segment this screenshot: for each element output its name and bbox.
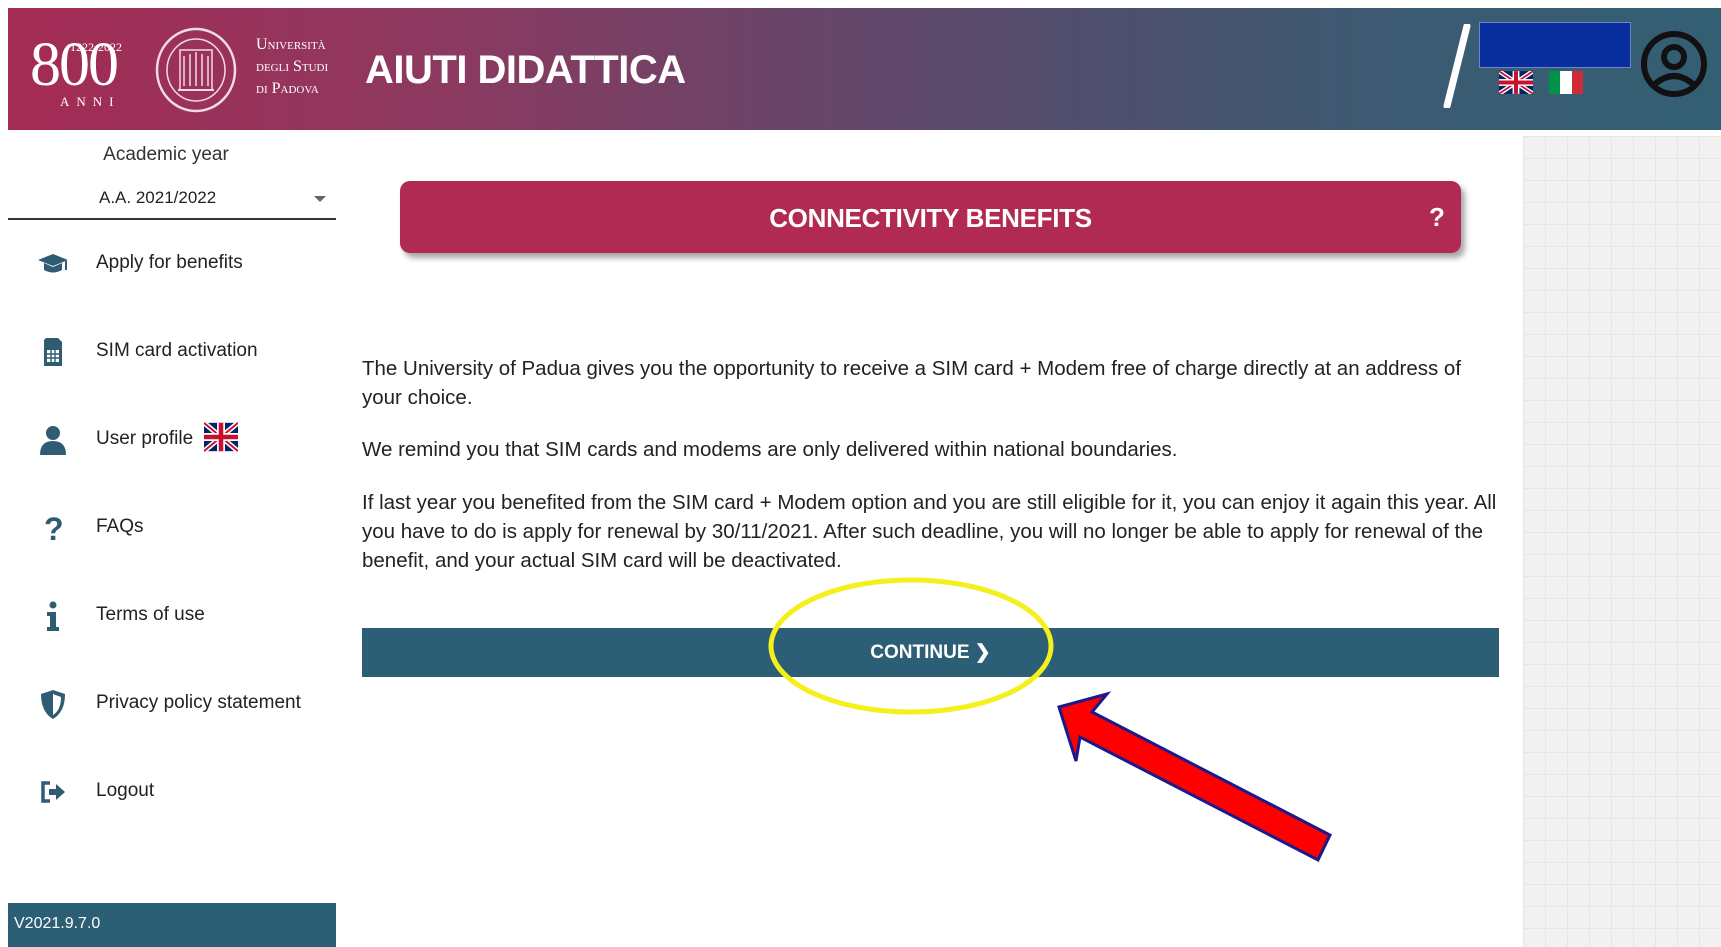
logo-years: 1222·2022: [70, 40, 122, 54]
continue-button[interactable]: CONTINUE ❯: [362, 628, 1499, 677]
question-icon: ?: [44, 512, 64, 544]
academic-year-select[interactable]: A.A. 2021/2022: [8, 178, 336, 220]
sidebar-item-logout[interactable]: Logout: [8, 762, 336, 822]
sidebar-item-faqs[interactable]: ? FAQs: [8, 498, 336, 558]
help-button[interactable]: ?: [1424, 202, 1450, 234]
university-seal-icon: [155, 27, 237, 113]
sidebar-item-user-profile[interactable]: User profile: [8, 410, 336, 470]
sidebar-item-label: Privacy policy statement: [96, 692, 301, 713]
logo-anni: ANNI: [60, 94, 121, 109]
delivery-paragraph: We remind you that SIM cards and modems …: [362, 438, 1178, 461]
continue-label: CONTINUE ❯: [870, 642, 991, 663]
right-panel-background: [1523, 136, 1721, 947]
sidebar-item-label: FAQs: [96, 516, 144, 537]
university-name-line1: Università: [256, 36, 326, 53]
sidebar-item-label: User profile: [96, 428, 194, 449]
section-title: CONNECTIVITY BENEFITS: [769, 203, 1092, 233]
redaction-box: [1479, 22, 1631, 68]
intro-paragraph: The University of Padua gives you the op…: [362, 357, 1462, 409]
shield-icon: [41, 690, 65, 719]
800-years-logo: 800 1222·2022 ANNI: [30, 28, 140, 116]
university-name: Università degli Studi di Padova: [256, 34, 328, 100]
sidebar-item-apply-for-benefits[interactable]: Apply for benefits: [8, 234, 336, 294]
english-flag-icon[interactable]: [1499, 71, 1533, 94]
sidebar-item-sim-card-activation[interactable]: SIM card activation: [8, 322, 336, 382]
sim-card-icon: [44, 338, 62, 366]
slash-divider-icon: [1443, 24, 1471, 108]
app-title: AIUTI DIDATTICA: [365, 48, 686, 92]
sidebar-item-label: Terms of use: [96, 604, 205, 625]
university-name-line2: degli Studi: [256, 58, 329, 75]
renewal-paragraph: If last year you benefited from the SIM …: [362, 491, 1497, 572]
italian-flag-icon[interactable]: [1549, 71, 1583, 94]
academic-year-label: Academic year: [103, 144, 229, 165]
caret-down-icon: [314, 196, 326, 202]
graduation-cap-icon: [38, 254, 68, 273]
logout-icon: [41, 781, 65, 803]
sidebar: Academic year A.A. 2021/2022 Apply for b…: [8, 130, 336, 947]
section-header: CONNECTIVITY BENEFITS: [400, 181, 1461, 253]
sidebar-item-label: Logout: [96, 780, 155, 801]
version-label: V2021.9.7.0: [8, 903, 336, 947]
sidebar-item-label: SIM card activation: [96, 340, 258, 361]
info-icon: [47, 601, 59, 631]
sidebar-item-label: Apply for benefits: [96, 252, 243, 273]
university-name-line3: di Padova: [256, 80, 319, 97]
svg-text:?: ?: [44, 512, 64, 544]
user-account-icon[interactable]: [1640, 28, 1708, 100]
sidebar-item-terms-of-use[interactable]: Terms of use: [8, 586, 336, 646]
sidebar-item-privacy-policy[interactable]: Privacy policy statement: [8, 674, 336, 734]
english-flag-icon: [204, 422, 238, 452]
user-icon: [40, 426, 66, 455]
academic-year-value: A.A. 2021/2022: [99, 188, 217, 207]
